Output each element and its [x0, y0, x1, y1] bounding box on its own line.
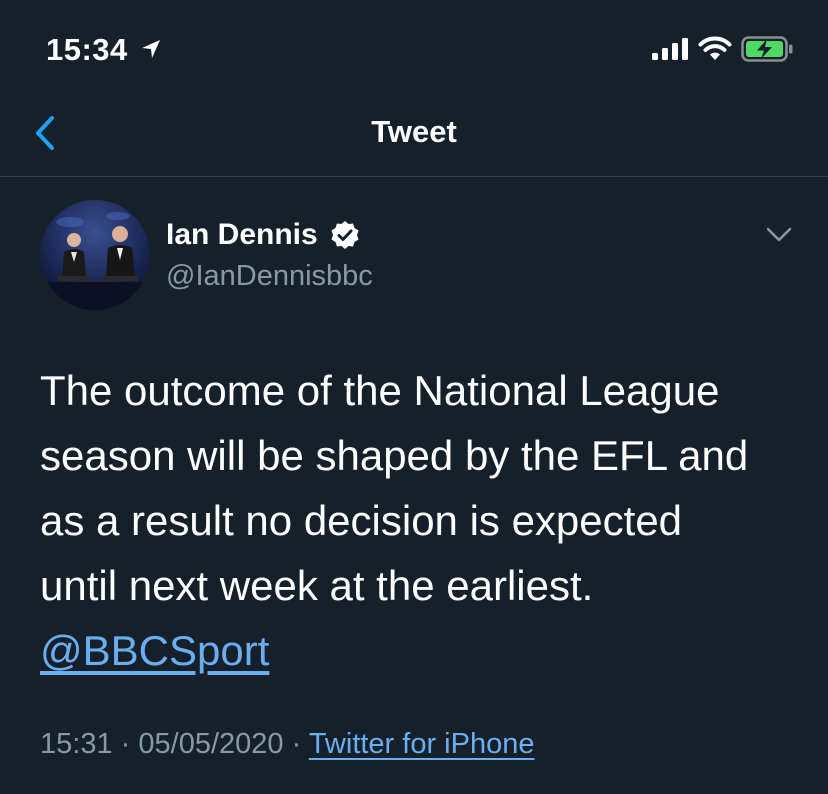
- tweet-date: 05/05/2020: [138, 728, 284, 760]
- verified-badge-icon: [331, 221, 359, 249]
- chevron-down-icon[interactable]: [764, 224, 794, 246]
- battery-charging-icon: [741, 36, 793, 62]
- screen: 15:34 Tweet Ian Dennis @IanDennisbbc The…: [0, 0, 828, 794]
- tweet-meta: 15:31 · 05/05/2020 · Twitter for iPhone: [40, 728, 534, 761]
- tweet-time: 15:31: [40, 728, 113, 760]
- location-arrow-icon: [142, 40, 160, 58]
- page-title: Tweet: [371, 114, 457, 149]
- author-name[interactable]: Ian Dennis: [166, 218, 318, 252]
- tweet-text: The outcome of the National League seaso…: [40, 358, 810, 683]
- tweet-text-line: season will be shaped by the EFL and: [40, 432, 749, 479]
- mention-link[interactable]: @BBCSport: [40, 618, 269, 683]
- tweet-text-line: The outcome of the National League: [40, 367, 720, 414]
- status-time: 15:34: [46, 32, 128, 67]
- meta-separator: ·: [291, 728, 302, 760]
- avatar[interactable]: [40, 200, 150, 310]
- author-handle[interactable]: @IanDennisbbc: [166, 260, 373, 293]
- avatar-photo-icon: [40, 200, 150, 310]
- wifi-icon: [698, 36, 732, 60]
- status-bar: 15:34: [0, 0, 828, 100]
- tweet-text-line: as a result no decision is expected: [40, 497, 683, 544]
- tweet-source-link[interactable]: Twitter for iPhone: [309, 728, 535, 760]
- nav-bar: Tweet: [0, 100, 828, 177]
- cellular-signal-icon: [652, 38, 688, 60]
- tweet-text-line: until next week at the earliest.: [40, 562, 594, 609]
- meta-separator: ·: [120, 728, 131, 760]
